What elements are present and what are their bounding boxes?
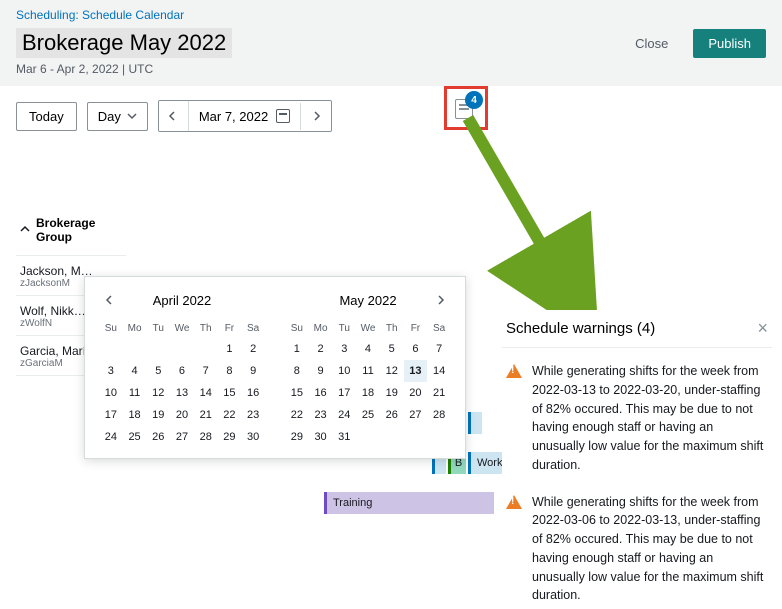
day-cell[interactable]: 3 xyxy=(332,338,356,360)
group-header[interactable]: Brokerage Group xyxy=(16,206,126,256)
day-cell[interactable]: 5 xyxy=(146,360,170,382)
breadcrumb[interactable]: Scheduling: Schedule Calendar xyxy=(16,8,766,22)
day-cell[interactable]: 29 xyxy=(285,426,309,448)
month-panel-april: April 2022 SuMoTuWeThFrSa .....123456789… xyxy=(99,287,265,448)
warning-item: While generating shifts for the week fro… xyxy=(502,348,772,479)
day-cell[interactable]: 14 xyxy=(194,382,218,404)
day-cell[interactable]: 29 xyxy=(218,426,242,448)
day-cell[interactable]: 7 xyxy=(194,360,218,382)
day-cell[interactable]: 23 xyxy=(309,404,333,426)
day-cell[interactable]: 26 xyxy=(146,426,170,448)
day-cell[interactable]: 30 xyxy=(309,426,333,448)
day-cell[interactable]: 10 xyxy=(99,382,123,404)
day-cell[interactable]: 11 xyxy=(123,382,147,404)
day-cell[interactable]: 28 xyxy=(427,404,451,426)
day-cell[interactable]: 2 xyxy=(241,338,265,360)
view-select-label: Day xyxy=(98,109,121,124)
notification-badge: 4 xyxy=(465,91,483,109)
day-cell[interactable]: 15 xyxy=(218,382,242,404)
next-day-button[interactable] xyxy=(301,101,331,131)
view-select[interactable]: Day xyxy=(87,102,148,131)
day-cell[interactable]: 23 xyxy=(241,404,265,426)
day-cell[interactable]: 24 xyxy=(332,404,356,426)
day-cell[interactable]: 8 xyxy=(218,360,242,382)
page-header: Scheduling: Schedule Calendar Brokerage … xyxy=(0,0,782,86)
day-cell[interactable]: 22 xyxy=(285,404,309,426)
day-cell[interactable]: 30 xyxy=(241,426,265,448)
day-cell[interactable]: 19 xyxy=(146,404,170,426)
training-chip[interactable]: Training xyxy=(324,492,494,514)
publish-button[interactable]: Publish xyxy=(693,29,766,58)
day-cell[interactable]: 18 xyxy=(356,382,380,404)
chevron-down-icon xyxy=(127,109,137,124)
close-icon[interactable]: × xyxy=(757,318,768,339)
warning-icon xyxy=(506,495,522,509)
month-label: May 2022 xyxy=(339,293,396,308)
day-cell[interactable]: 19 xyxy=(380,382,404,404)
warning-item: While generating shifts for the week fro… xyxy=(502,479,772,609)
day-cell[interactable]: 3 xyxy=(99,360,123,382)
date-nav: Mar 7, 2022 xyxy=(158,100,332,132)
month-panel-may: May 2022 SuMoTuWeThFrSa 1234567891011121… xyxy=(285,287,451,448)
day-cell[interactable]: 2 xyxy=(309,338,333,360)
activity-chip[interactable] xyxy=(468,412,482,434)
day-cell[interactable]: 6 xyxy=(170,360,194,382)
page-title: Brokerage May 2022 xyxy=(16,28,232,58)
month-label: April 2022 xyxy=(153,293,212,308)
day-cell[interactable]: 16 xyxy=(241,382,265,404)
day-cell[interactable]: 28 xyxy=(194,426,218,448)
prev-month-button[interactable] xyxy=(99,288,121,312)
day-cell[interactable]: 12 xyxy=(146,382,170,404)
day-cell[interactable]: 4 xyxy=(356,338,380,360)
chevron-up-icon xyxy=(20,223,30,237)
next-month-button[interactable] xyxy=(429,288,451,312)
day-cell[interactable]: 13 xyxy=(404,360,428,382)
day-cell[interactable]: 4 xyxy=(123,360,147,382)
calendar-icon xyxy=(276,109,290,123)
date-range: Mar 6 - Apr 2, 2022 | UTC xyxy=(16,62,766,76)
day-cell[interactable]: 26 xyxy=(380,404,404,426)
day-cell[interactable]: 18 xyxy=(123,404,147,426)
day-cell[interactable]: 12 xyxy=(380,360,404,382)
day-cell[interactable]: 1 xyxy=(285,338,309,360)
day-cell[interactable]: 21 xyxy=(427,382,451,404)
toolbar: Today Day Mar 7, 2022 xyxy=(0,86,782,146)
day-cell[interactable]: 21 xyxy=(194,404,218,426)
day-cell[interactable]: 10 xyxy=(332,360,356,382)
day-cell[interactable]: 11 xyxy=(356,360,380,382)
day-cell[interactable]: 7 xyxy=(427,338,451,360)
close-button[interactable]: Close xyxy=(620,29,683,58)
day-cell[interactable]: 25 xyxy=(356,404,380,426)
day-cell[interactable]: 20 xyxy=(170,404,194,426)
day-cell[interactable]: 16 xyxy=(309,382,333,404)
day-cell[interactable]: 8 xyxy=(285,360,309,382)
day-cell[interactable]: 24 xyxy=(99,426,123,448)
date-display[interactable]: Mar 7, 2022 xyxy=(189,103,301,130)
day-cell[interactable]: 6 xyxy=(404,338,428,360)
warnings-panel: Schedule warnings (4) × While generating… xyxy=(502,310,772,609)
day-cell[interactable]: 14 xyxy=(427,360,451,382)
day-cell[interactable]: 31 xyxy=(332,426,356,448)
day-cell[interactable]: 1 xyxy=(218,338,242,360)
day-cell[interactable]: 15 xyxy=(285,382,309,404)
day-cell[interactable]: 9 xyxy=(309,360,333,382)
warnings-title: Schedule warnings (4) xyxy=(506,320,655,337)
day-cell[interactable]: 27 xyxy=(170,426,194,448)
warning-icon xyxy=(506,364,522,378)
warnings-button[interactable]: 4 xyxy=(444,86,488,130)
prev-day-button[interactable] xyxy=(159,101,189,131)
day-cell[interactable]: 22 xyxy=(218,404,242,426)
today-button[interactable]: Today xyxy=(16,102,77,131)
day-cell[interactable]: 17 xyxy=(332,382,356,404)
date-picker[interactable]: April 2022 SuMoTuWeThFrSa .....123456789… xyxy=(84,276,466,459)
day-cell[interactable]: 9 xyxy=(241,360,265,382)
day-cell[interactable]: 13 xyxy=(170,382,194,404)
day-cell[interactable]: 5 xyxy=(380,338,404,360)
day-cell[interactable]: 20 xyxy=(404,382,428,404)
day-cell[interactable]: 27 xyxy=(404,404,428,426)
day-cell[interactable]: 25 xyxy=(123,426,147,448)
day-cell[interactable]: 17 xyxy=(99,404,123,426)
